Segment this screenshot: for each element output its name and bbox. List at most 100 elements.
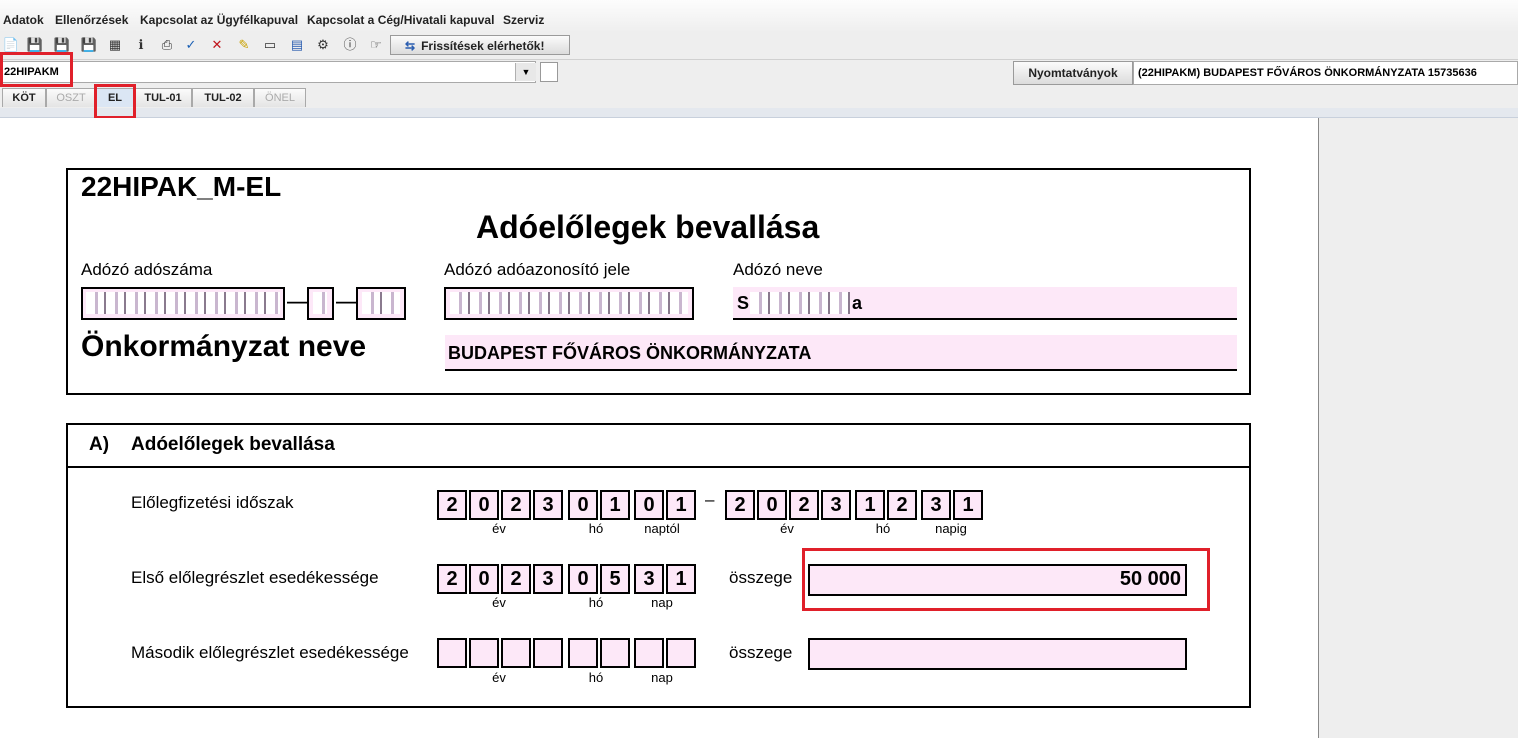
digit-cell: 0 [469, 490, 499, 520]
menu-cegkapu[interactable]: Kapcsolat a Cég/Hivatali kapuval [307, 13, 494, 27]
digit-cell: 3 [821, 490, 851, 520]
tab-onel[interactable]: ÖNEL [254, 88, 306, 107]
nev-label: Adózó neve [733, 260, 823, 279]
first-amount-field[interactable]: 50 000 [808, 564, 1187, 596]
monitor-icon[interactable]: ▭ [261, 36, 279, 54]
digit-cell: 2 [887, 490, 917, 520]
tab-tul-01[interactable]: TUL-01 [134, 88, 192, 107]
save-close-icon[interactable]: 💾 [53, 36, 71, 54]
digit-cell: 0 [634, 490, 664, 520]
caption-ho: hó [588, 521, 604, 536]
tab-tul-02[interactable]: TUL-02 [192, 88, 254, 107]
caption-ev: év [492, 521, 506, 536]
digit-cell: 1 [666, 564, 696, 594]
digit-cell: 0 [757, 490, 787, 520]
digit-cell: 2 [501, 490, 531, 520]
separator [0, 108, 1518, 118]
onkormanyzat-value: BUDAPEST FŐVÁROS ÖNKORMÁNYZATA [448, 343, 812, 363]
digit-cell [600, 638, 630, 668]
caption-ho: hó [875, 521, 891, 536]
digit-cell: 3 [533, 490, 563, 520]
redacted-nev [750, 292, 850, 314]
first-installment-label: Első előlegrészlet esedékessége [131, 568, 379, 587]
form-select-row: 22HIPAKM ▼ Nyomtatványok (22HIPAKM) BUDA… [0, 60, 1518, 86]
period-dash: – [705, 490, 715, 509]
calculator-icon[interactable]: ▦ [106, 36, 124, 54]
menu-szerviz[interactable]: Szerviz [503, 13, 544, 27]
toolbar: 📄 💾 💾 💾 ▦ ℹ ⎙ ✓ ✕ ✎ ▭ ▤ ⚙ ⓘ ☞ ⇆ Frissítés… [0, 33, 1518, 60]
delete-icon[interactable]: ✕ [208, 36, 226, 54]
info-icon[interactable]: ℹ [132, 36, 150, 54]
document-icon[interactable] [540, 62, 558, 82]
digit-cell [501, 638, 531, 668]
menu-adatok[interactable]: Adatok [3, 13, 44, 27]
digit-cell: 2 [789, 490, 819, 520]
about-icon[interactable]: ⓘ [341, 36, 359, 54]
caption-ev: év [492, 595, 506, 610]
save-icon[interactable]: 💾 [26, 36, 44, 54]
tab-el[interactable]: EL [96, 88, 134, 107]
check-icon[interactable]: ✓ [182, 36, 200, 54]
print-icon[interactable]: ⎙ [158, 36, 176, 54]
digit-cell: 1 [666, 490, 696, 520]
section-a-letter: A) [89, 434, 110, 455]
second-amount-field[interactable] [808, 638, 1187, 670]
digit-cell: 3 [533, 564, 563, 594]
adoazonosito-label: Adózó adóazonosító jele [444, 260, 631, 279]
hand-icon[interactable]: ☞ [367, 36, 385, 54]
digit-cell: 0 [469, 564, 499, 594]
caption-ev: év [780, 521, 794, 536]
first-osszege-label: összege [729, 568, 793, 587]
digit-cell [568, 638, 598, 668]
form-select-value: 22HIPAKM [4, 66, 59, 78]
second-installment-label: Második előlegrészlet esedékessége [131, 643, 409, 662]
refresh-icon: ⇆ [405, 39, 416, 53]
caption-naptol: naptól [644, 521, 680, 536]
form-select[interactable]: 22HIPAKM [0, 61, 536, 83]
updates-button[interactable]: ⇆ Frissítések elérhetők! [390, 35, 570, 55]
caption-nap: nap [651, 595, 673, 610]
book-icon[interactable]: ▤ [288, 36, 306, 54]
digit-cell: 5 [600, 564, 630, 594]
digit-cell: 1 [953, 490, 983, 520]
digit-cell: 2 [725, 490, 755, 520]
caption-napig: napig [935, 521, 967, 536]
digit-cell: 2 [501, 564, 531, 594]
redacted-county [362, 292, 400, 314]
digit-cell: 3 [921, 490, 951, 520]
chevron-down-icon[interactable]: ▼ [515, 63, 536, 81]
digit-cell: 3 [634, 564, 664, 594]
tab-bar: KÖT OSZT EL TUL-01 TUL-02 ÖNEL [0, 86, 1518, 109]
digit-cell: 2 [437, 490, 467, 520]
form-code: 22HIPAK_M-EL [81, 171, 282, 202]
caption-ho: hó [588, 670, 604, 685]
updates-label: Frissítések elérhetők! [421, 39, 545, 53]
tab-oszt[interactable]: OSZT [46, 88, 96, 107]
digit-cell [533, 638, 563, 668]
open-icon[interactable]: 📄 [2, 36, 20, 54]
redacted-adoazonosito [450, 292, 688, 314]
menu-ellenorzesek[interactable]: Ellenőrzések [55, 13, 128, 27]
right-panel [1318, 118, 1518, 738]
form-title-field: (22HIPAKM) BUDAPEST FŐVÁROS ÖNKORMÁNYZAT… [1133, 61, 1518, 85]
period-label: Előlegfizetési időszak [131, 493, 294, 512]
nev-value-end: a [852, 293, 863, 313]
edit-icon[interactable]: ✎ [235, 36, 253, 54]
form-title: Adóelőlegek bevallása [476, 209, 820, 245]
digit-cell [469, 638, 499, 668]
tab-kot[interactable]: KÖT [2, 88, 46, 107]
onkormanyzat-label: Önkormányzat neve [81, 330, 367, 363]
menu-ugyfelkapu[interactable]: Kapcsolat az Ügyfélkapuval [140, 13, 298, 27]
digit-cell: 2 [437, 564, 467, 594]
save-as-icon[interactable]: 💾 [80, 36, 98, 54]
digit-cell [634, 638, 664, 668]
digit-cell [666, 638, 696, 668]
digit-cell: 0 [568, 490, 598, 520]
second-osszege-label: összege [729, 643, 793, 662]
section-a-title: Adóelőlegek bevallása [131, 434, 335, 455]
settings-icon[interactable]: ⚙ [314, 36, 332, 54]
nyomtatvanyok-button[interactable]: Nyomtatványok [1013, 61, 1133, 85]
nev-value-start: S [737, 293, 750, 313]
digit-cell [437, 638, 467, 668]
digit-cell: 0 [568, 564, 598, 594]
